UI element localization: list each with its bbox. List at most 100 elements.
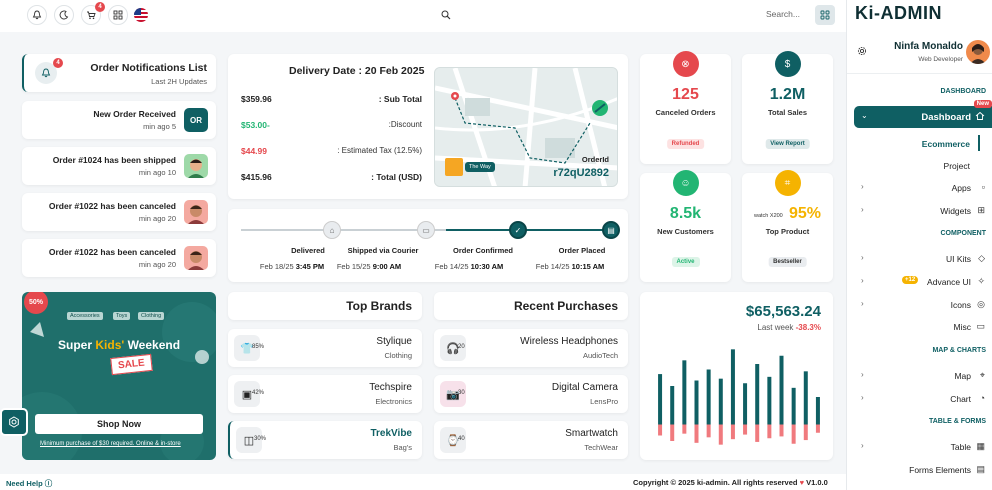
nav-forms[interactable]: Forms Elements ▤ (847, 463, 992, 477)
nav-apps[interactable]: › Apps ▫ (847, 181, 992, 195)
brand-logo[interactable]: Ki-ADMIN (855, 3, 942, 24)
customizer-gear-icon[interactable] (0, 408, 28, 436)
top-brands-title: Top Brands (346, 299, 412, 313)
nav-table-label: Table (950, 442, 971, 452)
settings-gear-icon[interactable] (857, 46, 867, 58)
bell-icon[interactable]: 4 (35, 58, 63, 84)
chart-bar[interactable] (694, 424, 699, 443)
brand-percent: 30% (254, 436, 267, 442)
moon-icon[interactable] (54, 5, 74, 25)
chart-bar[interactable] (815, 424, 820, 433)
notification-item[interactable]: Order #1022 has been canceled min ago 20 (22, 239, 216, 277)
chart-bar[interactable] (743, 383, 748, 425)
purchase-item[interactable]: ⌚ 40 Smartwatch TechWear (434, 421, 628, 459)
stat-top-product: ⌗ watch X200 95% Top Product Bestseller (742, 170, 833, 282)
active-pill[interactable]: Active (671, 257, 700, 267)
chart-bar[interactable] (730, 424, 735, 440)
delivery-title: Delivery Date : 20 Feb 2025 (289, 65, 425, 77)
nav-ecommerce[interactable]: Ecommerce (922, 139, 970, 149)
brand-item[interactable]: 👕 85% Stylique Clothing (228, 329, 422, 367)
nav-table[interactable]: › Table ▦ (847, 440, 992, 454)
route-tag: The Way (465, 162, 495, 172)
notification-item[interactable]: Order #1024 has been shipped min ago 10 (22, 147, 216, 185)
purchase-item[interactable]: 🎧 20 Wireless Headphones AudioTech (434, 329, 628, 367)
chart-bar[interactable] (658, 424, 663, 436)
nav-project[interactable]: Project (944, 161, 970, 171)
chart-bar[interactable] (706, 424, 711, 438)
delivery-card: Delivery Date : 20 Feb 2025 $359.96 : Su… (228, 54, 628, 199)
shop-now-button[interactable]: Shop Now (35, 414, 203, 434)
grid-icon[interactable] (815, 5, 835, 25)
notification-title: New Order Received (93, 109, 176, 119)
nav-forms-label: Forms Elements (909, 465, 971, 475)
section-maps: MAP & CHARTS (932, 347, 986, 354)
new-badge: New (973, 100, 992, 108)
order-avatar: OR (184, 108, 208, 132)
search-input[interactable]: Search... (700, 9, 800, 19)
chart-bar[interactable] (815, 397, 820, 425)
notification-item[interactable]: New Order Received min ago 5 OR (22, 101, 216, 139)
chart-bar[interactable] (755, 364, 760, 425)
notification-count-badge: 4 (53, 58, 63, 68)
timeline-time: 10:30 AM (470, 262, 504, 271)
stat-value: 1.2M (769, 86, 806, 103)
cancel-icon: ⊗ (672, 51, 699, 77)
nav-ui-kits[interactable]: › UI Kits ◇ (847, 252, 992, 266)
sparkle-icon: ✧ (977, 276, 985, 286)
chart-bar[interactable] (718, 378, 723, 425)
user-icon: ☺ (672, 170, 699, 196)
chart-bar[interactable] (803, 424, 808, 441)
nav-misc[interactable]: Misc ▭ (847, 320, 992, 334)
chart-bar[interactable] (718, 424, 723, 445)
brand-category: Electronics (375, 397, 412, 406)
timeline-date-value: Feb 15/25 (336, 262, 371, 271)
purchase-item[interactable]: 📷 30 Digital Camera LensPro (434, 375, 628, 413)
profile-avatar[interactable] (966, 40, 990, 64)
nav-chart[interactable]: › Chart ◔ (847, 392, 992, 406)
chart-bar[interactable] (767, 376, 772, 425)
us-flag-icon[interactable] (134, 8, 148, 22)
chart-bar[interactable] (791, 387, 796, 425)
version: V1.0.0 (806, 478, 828, 487)
notification-item[interactable]: Order #1022 has been canceled min ago 20 (22, 193, 216, 231)
chart-bar[interactable] (706, 369, 711, 425)
brand-name: TrekVibe (370, 428, 412, 439)
apps-icon[interactable] (108, 5, 128, 25)
chart-bar[interactable] (682, 360, 687, 425)
bestseller-pill[interactable]: Bestseller (768, 257, 807, 267)
section-component: COMPONENT (940, 230, 987, 237)
notification-title: Order #1024 has been shipped (52, 155, 176, 165)
chart-bar[interactable] (670, 424, 675, 442)
chart-bar[interactable] (694, 380, 699, 425)
chart-bar[interactable] (682, 424, 687, 434)
chart-bar[interactable] (670, 386, 675, 425)
nav-map[interactable]: › Map ⌖ (847, 369, 992, 383)
nav-dashboard[interactable]: ⌄ Dashboard (854, 106, 992, 128)
bell-icon[interactable] (27, 5, 47, 25)
brand-item[interactable]: ▣ 42% Techspire Electronics (228, 375, 422, 413)
cart-icon[interactable]: 4 (81, 2, 105, 25)
home-icon (975, 111, 985, 123)
chart-bar[interactable] (658, 374, 663, 425)
need-help-link[interactable]: Need Help ⓘ (6, 478, 52, 489)
nav-widgets[interactable]: › Widgets ⊞ (847, 204, 992, 218)
refunded-pill[interactable]: Refunded (666, 139, 705, 149)
chart-bar[interactable] (767, 424, 772, 439)
chart-bar[interactable] (779, 424, 784, 437)
brand-percent: 85% (252, 344, 265, 350)
nav-advance-ui[interactable]: › +12 Advance UI ✧ (847, 275, 992, 289)
truck-icon: ▭ (417, 221, 435, 239)
brand-item[interactable]: ◫ 30% TrekVibe Bag's (228, 421, 422, 459)
chart-bar[interactable] (755, 424, 760, 442)
search-icon[interactable] (441, 10, 451, 22)
chart-bar[interactable] (743, 424, 748, 435)
stat-value: 8.5k (669, 205, 702, 222)
view-report-pill[interactable]: View Report (765, 139, 810, 149)
chart-bar[interactable] (791, 424, 796, 444)
chart-bar[interactable] (730, 349, 735, 425)
nav-icons[interactable]: › Icons ◎ (847, 298, 992, 312)
chart-bar[interactable] (779, 355, 784, 425)
delivery-map[interactable]: The Way OrderId r72qU2892 (434, 67, 618, 187)
promo-fine-print[interactable]: Minimum purchase of $30 required. Online… (40, 441, 181, 447)
chart-bar[interactable] (803, 371, 808, 425)
